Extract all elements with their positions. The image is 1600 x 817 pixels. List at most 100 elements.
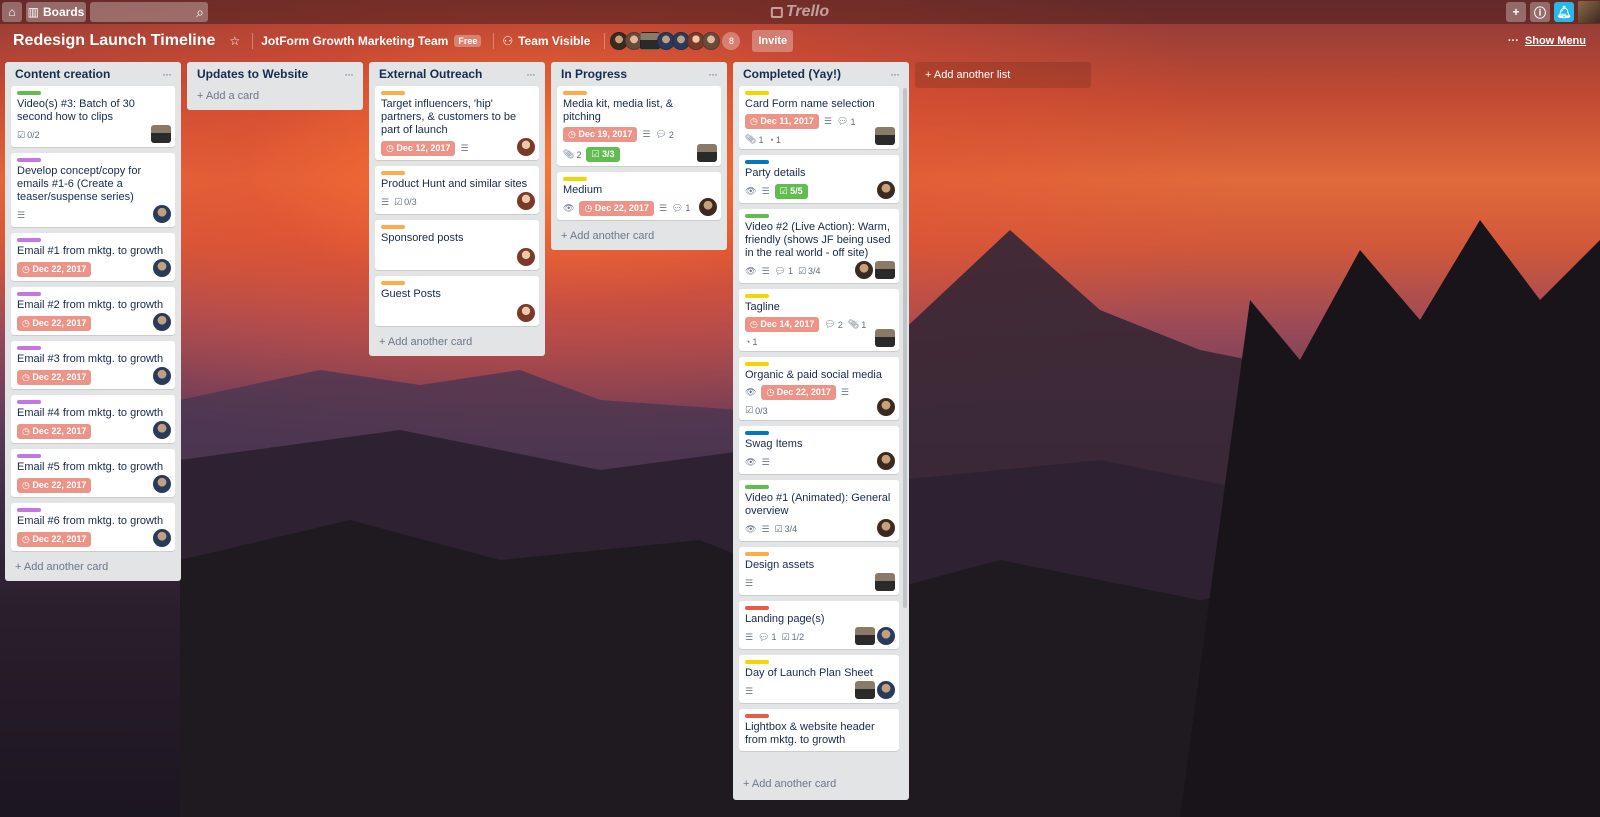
member-avatar[interactable] <box>517 248 535 266</box>
member-avatar[interactable] <box>153 475 171 493</box>
due-date-badge[interactable]: ◷ Dec 22, 2017 <box>761 385 836 400</box>
card[interactable]: Develop concept/copy for emails #1-6 (Cr… <box>11 153 175 227</box>
member-avatar[interactable] <box>877 519 895 537</box>
member-avatar[interactable] <box>699 198 717 216</box>
card[interactable]: Video #2 (Live Action): Warm, friendly (… <box>739 209 899 283</box>
due-date-badge[interactable]: ◷ Dec 22, 2017 <box>17 531 92 547</box>
card[interactable]: Guest Posts <box>375 276 539 326</box>
list-title[interactable]: Updates to Website <box>197 67 308 81</box>
due-date-badge[interactable]: ◷ Dec 22, 2017 <box>579 200 654 216</box>
card-label[interactable] <box>745 606 769 610</box>
card[interactable]: Email #3 from mktg. to growth ◷ Dec 22, 2… <box>11 341 175 389</box>
member-avatar[interactable] <box>702 32 721 50</box>
card-label[interactable] <box>381 91 405 95</box>
card[interactable]: Swag Items 👁︎ ☰ <box>739 426 899 474</box>
member-avatar[interactable] <box>875 573 895 591</box>
member-avatar[interactable] <box>697 144 717 162</box>
card-label[interactable] <box>745 294 769 298</box>
member-avatar[interactable] <box>517 192 535 210</box>
card[interactable]: Email #5 from mktg. to growth ◷ Dec 22, 2… <box>11 449 175 497</box>
member-avatar[interactable] <box>517 304 535 322</box>
invite-button[interactable]: Invite <box>752 30 794 52</box>
card[interactable]: Medium 👁︎ ◷ Dec 22, 2017 ☰ 💬︎ 1 <box>557 172 721 220</box>
member-avatar[interactable] <box>875 127 895 145</box>
show-menu-button[interactable]: ··· Show Menu <box>1508 35 1586 47</box>
member-avatar[interactable] <box>153 313 171 331</box>
card-label[interactable] <box>745 552 769 556</box>
create-button[interactable]: + <box>1506 2 1526 22</box>
card[interactable]: Email #6 from mktg. to growth ◷ Dec 22, 2… <box>11 503 175 551</box>
card-label[interactable] <box>745 362 769 366</box>
card[interactable]: Email #4 from mktg. to growth ◷ Dec 22, 2… <box>11 395 175 443</box>
add-card-button[interactable]: + Add another card <box>11 557 175 581</box>
member-avatar[interactable] <box>875 329 895 347</box>
card-label[interactable] <box>17 292 41 296</box>
notifications-button[interactable]: 🔔︎ <box>1554 2 1574 22</box>
card[interactable]: Lightbox & website header from mktg. to … <box>739 709 899 751</box>
card[interactable]: Media kit, media list, & pitching ◷ Dec 1… <box>557 86 721 166</box>
card-label[interactable] <box>745 160 769 164</box>
member-avatar[interactable] <box>877 681 895 699</box>
due-date-badge[interactable]: ◷ Dec 11, 2017 <box>745 114 819 129</box>
add-card-button[interactable]: + Add another card <box>739 774 903 798</box>
due-date-badge[interactable]: ◷ Dec 22, 2017 <box>17 423 92 439</box>
card[interactable]: Organic & paid social media 👁︎ ◷ Dec 22, 2… <box>739 357 899 420</box>
card[interactable]: Tagline ◷ Dec 14, 2017 💬︎ 2 📎︎ 1 ◔ 1 <box>739 289 899 351</box>
due-date-badge[interactable]: ◷ Dec 14, 2017 <box>745 317 820 332</box>
add-card-button[interactable]: + Add a card <box>193 86 357 110</box>
card-label[interactable] <box>17 91 41 95</box>
card-label[interactable] <box>563 177 587 181</box>
member-avatar[interactable] <box>877 452 895 470</box>
card[interactable]: Day of Launch Plan Sheet ☰ <box>739 655 899 703</box>
member-avatar[interactable] <box>153 421 171 439</box>
card-label[interactable] <box>381 281 405 285</box>
card-label[interactable] <box>17 346 41 350</box>
member-avatar[interactable] <box>855 681 875 699</box>
trello-logo[interactable]: Trello <box>770 3 829 21</box>
due-date-badge[interactable]: ◷ Dec 12, 2017 <box>381 140 456 156</box>
member-avatar[interactable] <box>153 259 171 277</box>
visibility-button[interactable]: ⚇ Team Visible <box>502 34 590 48</box>
list-title[interactable]: In Progress <box>561 67 627 81</box>
card-label[interactable] <box>17 508 41 512</box>
list-title[interactable]: Completed (Yay!) <box>743 67 841 81</box>
star-icon[interactable]: ☆ <box>229 34 240 48</box>
member-avatar[interactable] <box>875 261 895 279</box>
add-card-button[interactable]: + Add another card <box>375 332 539 356</box>
member-count-badge[interactable]: 8 <box>722 32 741 50</box>
due-date-badge[interactable]: ◷ Dec 22, 2017 <box>17 477 92 493</box>
member-avatar[interactable] <box>153 367 171 385</box>
card-label[interactable] <box>745 214 769 218</box>
card[interactable]: Video(s) #3: Batch of 30 second how to c… <box>11 86 175 147</box>
list-menu-icon[interactable]: ··· <box>526 67 536 81</box>
card-label[interactable] <box>381 171 405 175</box>
boards-button[interactable]: ▥ Boards <box>26 2 86 22</box>
board-title[interactable]: Redesign Launch Timeline <box>13 32 215 50</box>
card[interactable]: Party details 👁︎ ☰ ☑ 5/5 <box>739 155 899 203</box>
card[interactable]: Target influencers, 'hip' partners, & cu… <box>375 86 539 160</box>
card-label[interactable] <box>745 431 769 435</box>
team-name[interactable]: JotForm Growth Marketing Team <box>261 34 448 48</box>
home-button[interactable]: ⌂ <box>2 2 22 22</box>
card[interactable]: Email #2 from mktg. to growth ◷ Dec 22, 2… <box>11 287 175 335</box>
member-avatar[interactable] <box>517 138 535 156</box>
member-avatar[interactable] <box>855 627 875 645</box>
card-label[interactable] <box>17 400 41 404</box>
card[interactable]: Email #1 from mktg. to growth ◷ Dec 22, 2… <box>11 233 175 281</box>
due-date-badge[interactable]: ◷ Dec 19, 2017 <box>563 127 638 142</box>
card-label[interactable] <box>381 225 405 229</box>
card-label[interactable] <box>17 238 41 242</box>
card[interactable]: Landing page(s) ☰ 💬︎ 1 ☑ 1/2 <box>739 601 899 649</box>
member-avatar[interactable] <box>153 205 171 223</box>
due-date-badge[interactable]: ◷ Dec 22, 2017 <box>17 261 92 277</box>
card[interactable]: Sponsored posts <box>375 220 539 270</box>
member-avatar[interactable] <box>153 529 171 547</box>
list-menu-icon[interactable]: ··· <box>890 67 900 81</box>
add-card-button[interactable]: + Add another card <box>557 226 721 250</box>
member-avatar[interactable] <box>151 125 171 143</box>
due-date-badge[interactable]: ◷ Dec 22, 2017 <box>17 369 92 385</box>
member-avatar[interactable] <box>855 261 873 279</box>
list-title[interactable]: Content creation <box>15 67 110 81</box>
list-scrollbar[interactable] <box>903 88 907 608</box>
card-label[interactable] <box>563 91 587 95</box>
